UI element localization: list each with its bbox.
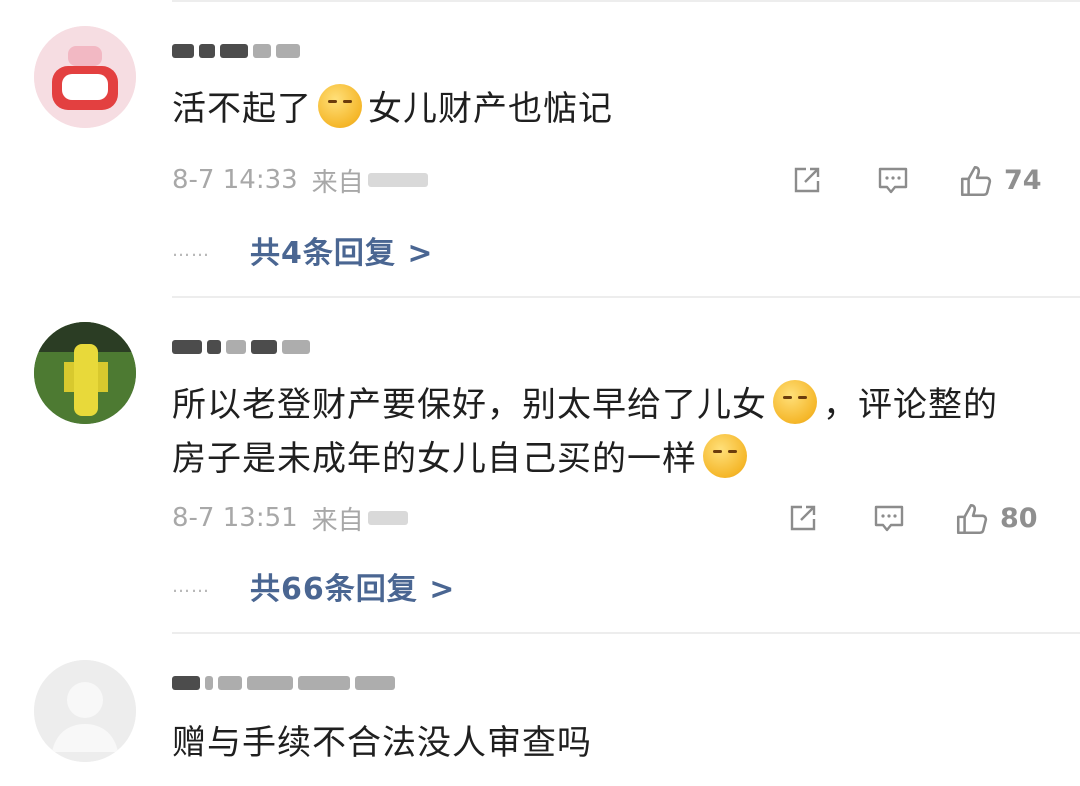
divider — [172, 0, 1080, 2]
view-replies-link[interactable]: 共66条回复 > — [250, 564, 455, 608]
shushing-face-emoji-icon — [773, 380, 817, 424]
reply-dots: …… — [172, 239, 210, 261]
avatar[interactable] — [34, 322, 136, 424]
comment-text: 活不起了 女儿财产也惦记 — [172, 82, 1052, 136]
like-count: 74 — [1004, 164, 1042, 196]
comment-text: 赠与手续不合法没人审查吗 — [172, 716, 1052, 770]
comment-text-part: 赠与手续不合法没人审查吗 — [172, 723, 592, 763]
comment-list: 活不起了 女儿财产也惦记 8-7 14:33 来自 74 …… 共4条回复 > — [0, 0, 1080, 786]
comment-actions: 80 — [786, 498, 1038, 538]
share-icon[interactable] — [786, 501, 820, 535]
username-blurred[interactable] — [172, 670, 462, 696]
grin-sweat-emoji-icon — [318, 84, 362, 128]
default-avatar-icon — [34, 660, 136, 762]
comment-text-part: ，评论整的 — [823, 385, 998, 425]
comment-icon[interactable] — [872, 501, 906, 535]
comment-line: 所以老登财产要保好，别太早给了儿女 ，评论整的 — [172, 378, 1052, 432]
location-blurred — [367, 511, 408, 525]
comment-line: 房子是未成年的女儿自己买的一样 — [172, 432, 1052, 486]
comment-icon[interactable] — [876, 163, 910, 197]
comment-meta: 8-7 14:33 来自 — [172, 162, 428, 198]
divider — [172, 632, 1080, 634]
comment-text: 所以老登财产要保好，别太早给了儿女 ，评论整的 房子是未成年的女儿自己买的一样 — [172, 378, 1052, 486]
avatar-image — [34, 26, 136, 128]
comment-text-part: 所以老登财产要保好，别太早给了儿女 — [172, 385, 767, 425]
comment-actions: 74 — [790, 160, 1042, 200]
location-blurred — [367, 173, 428, 187]
comment-source-label: 来自 — [311, 505, 364, 536]
reply-dots: …… — [172, 575, 210, 597]
username-blurred[interactable] — [172, 38, 362, 64]
replies-row: …… 共4条回复 > — [172, 228, 433, 272]
share-icon[interactable] — [790, 163, 824, 197]
username-blurred[interactable] — [172, 334, 362, 360]
comment-time: 8-7 14:33 — [172, 165, 298, 195]
comment-text-part: 活不起了 — [172, 89, 312, 129]
comment-text-part: 女儿财产也惦记 — [368, 89, 613, 129]
divider — [172, 296, 1080, 298]
comment-text-part: 房子是未成年的女儿自己买的一样 — [172, 439, 697, 479]
avatar-image — [34, 322, 136, 424]
avatar[interactable] — [34, 26, 136, 128]
shushing-face-emoji-icon — [703, 434, 747, 478]
avatar[interactable] — [34, 660, 136, 762]
view-replies-link[interactable]: 共4条回复 > — [250, 228, 433, 272]
comment-meta: 8-7 13:51 来自 — [172, 500, 408, 536]
replies-row: …… 共66条回复 > — [172, 564, 455, 608]
like-count: 80 — [1000, 502, 1038, 534]
comment-time: 8-7 13:51 — [172, 503, 298, 533]
comment-source-label: 来自 — [311, 167, 364, 198]
like-icon[interactable] — [958, 163, 992, 197]
like-icon[interactable] — [954, 501, 988, 535]
